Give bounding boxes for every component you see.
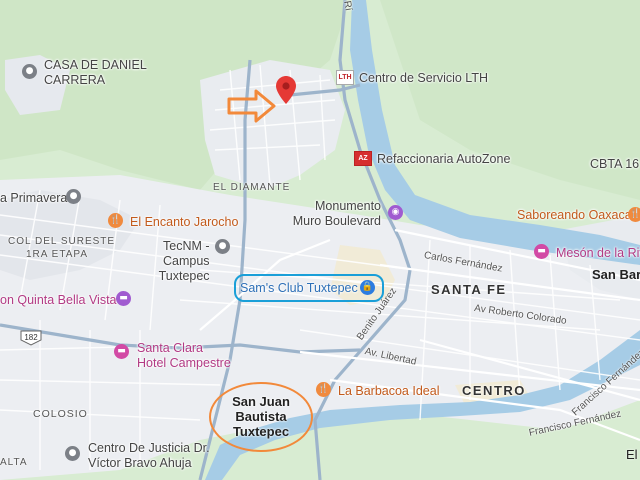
fork-knife-icon[interactable]: 🍴 bbox=[108, 213, 123, 228]
place-sams-club[interactable]: Sam's Club Tuxtepec bbox=[240, 281, 358, 295]
place-san-bar[interactable]: San Bar bbox=[592, 267, 640, 282]
shopping-bag-icon[interactable]: 🔒 bbox=[360, 280, 375, 295]
bed-icon[interactable]: ▬ bbox=[534, 244, 549, 259]
place-primavera[interactable]: a Primavera bbox=[0, 191, 67, 205]
annotation-arrow-icon bbox=[227, 89, 276, 123]
bed-icon[interactable]: ▬ bbox=[116, 291, 131, 306]
city-label[interactable]: San Juan Bautista Tuxtepec bbox=[225, 394, 297, 439]
landmark-icon[interactable]: ● bbox=[22, 64, 37, 79]
highway-shield-icon: 182 bbox=[20, 330, 42, 346]
neighborhood-el-diamante: EL DIAMANTE bbox=[213, 182, 291, 193]
city-line1: San Juan bbox=[232, 394, 290, 409]
city-line3: Tuxtepec bbox=[232, 424, 290, 439]
neighborhood-col-sureste: COL DEL SURESTE 1RA ETAPA bbox=[8, 235, 115, 261]
bed-icon[interactable]: ▬ bbox=[114, 344, 129, 359]
place-monumento-line2: Muro Boulevard bbox=[292, 214, 382, 228]
place-el-right[interactable]: El bbox=[626, 447, 638, 462]
city-line2: Bautista bbox=[235, 409, 287, 424]
location-pin-icon[interactable] bbox=[276, 76, 296, 104]
centro-justicia-line1: Centro De Justicia Dr. bbox=[88, 441, 210, 455]
place-tecnm[interactable]: TecNM - Campus Tuxtepec bbox=[155, 239, 210, 284]
tecnm-line3: Tuxtepec bbox=[158, 269, 210, 283]
centro-justicia-line2: Víctor Bravo Ahuja bbox=[88, 456, 192, 470]
place-casa-daniel-line1: CASA DE DANIEL bbox=[44, 58, 147, 72]
place-santa-clara[interactable]: Santa Clara Hotel Campestre bbox=[137, 341, 231, 371]
place-monumento[interactable]: Monumento Muro Boulevard bbox=[293, 199, 382, 229]
col-sureste-line1: COL DEL SURESTE bbox=[8, 236, 116, 247]
tecnm-line1: TecNM - bbox=[163, 239, 210, 253]
place-quinta[interactable]: on Quinta Bella Vista bbox=[0, 293, 117, 307]
santa-clara-line1: Santa Clara bbox=[137, 341, 204, 355]
col-sureste-line2: 1RA ETAPA bbox=[26, 249, 88, 260]
autozone-logo-icon[interactable]: AZ bbox=[354, 151, 372, 166]
lth-logo-icon[interactable]: LTH bbox=[336, 70, 354, 85]
landmark-icon[interactable]: ● bbox=[66, 189, 81, 204]
map-canvas[interactable]: LTH Centro de Servicio LTH AZ Refacciona… bbox=[0, 0, 640, 480]
camera-icon[interactable]: ◉ bbox=[388, 205, 403, 220]
fork-knife-icon[interactable]: 🍴 bbox=[316, 382, 331, 397]
highway-number: 182 bbox=[24, 333, 38, 342]
place-centro-servicio[interactable]: Centro de Servicio LTH bbox=[359, 71, 488, 85]
place-casa-daniel[interactable]: CASA DE DANIEL CARRERA bbox=[44, 58, 147, 88]
river-label: Rí bbox=[341, 0, 354, 12]
place-casa-daniel-line2: CARRERA bbox=[44, 73, 106, 87]
place-encanto[interactable]: El Encanto Jarocho bbox=[130, 215, 238, 229]
fork-knife-icon[interactable]: 🍴 bbox=[628, 207, 640, 222]
landmark-icon[interactable]: ● bbox=[65, 446, 80, 461]
place-refaccionaria[interactable]: Refaccionaria AutoZone bbox=[377, 152, 510, 166]
neighborhood-colosio: COLOSIO bbox=[33, 408, 88, 420]
place-cbta[interactable]: CBTA 16 bbox=[590, 157, 639, 171]
place-meson[interactable]: Mesón de la Riv bbox=[556, 246, 640, 260]
tecnm-line2: Campus bbox=[163, 254, 210, 268]
neighborhood-santa-fe: SANTA FE bbox=[431, 282, 507, 297]
neighborhood-centro: CENTRO bbox=[462, 383, 526, 398]
neighborhood-alta: ALTA bbox=[0, 457, 28, 468]
santa-clara-line2: Hotel Campestre bbox=[137, 356, 231, 370]
place-monumento-line1: Monumento bbox=[315, 199, 382, 213]
place-barbacoa[interactable]: La Barbacoa Ideal bbox=[338, 384, 439, 398]
school-icon[interactable]: ● bbox=[215, 239, 230, 254]
place-saboreando[interactable]: Saboreando Oaxaca bbox=[517, 208, 632, 222]
place-centro-justicia[interactable]: Centro De Justicia Dr. Víctor Bravo Ahuja bbox=[88, 441, 210, 471]
